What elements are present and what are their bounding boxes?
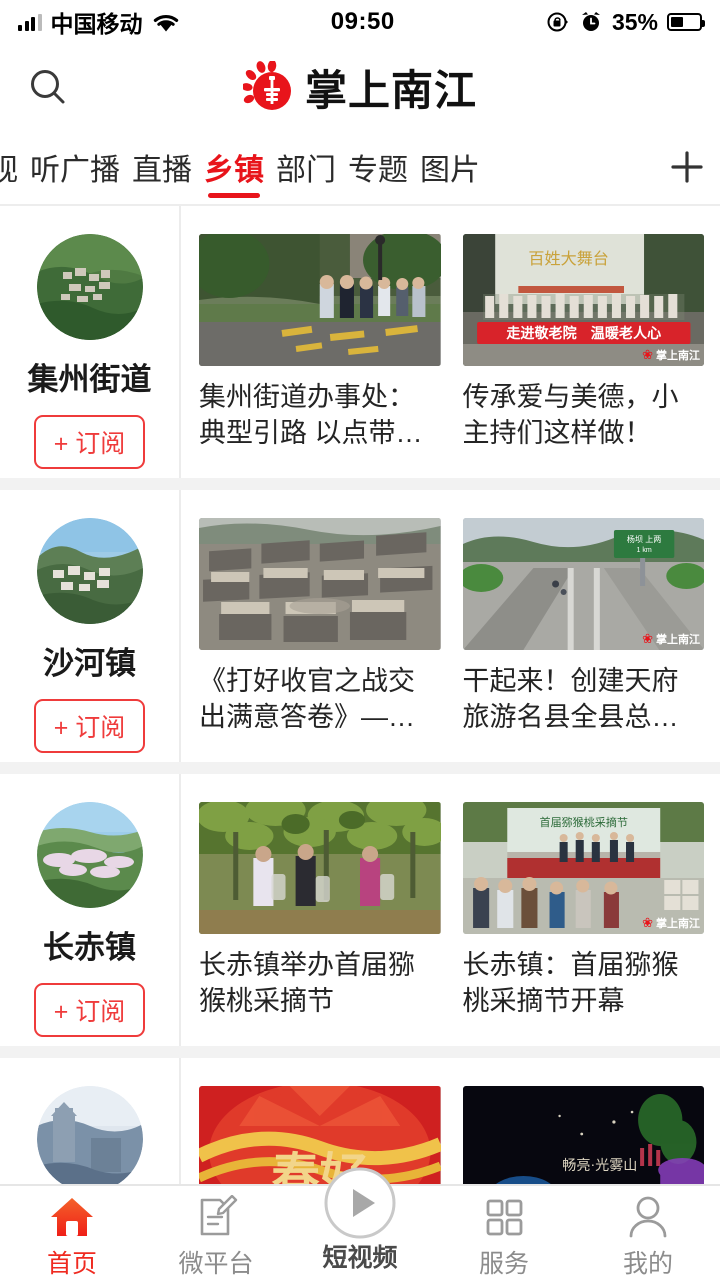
- watermark: ❀ 掌上南江: [642, 347, 700, 363]
- article-thumbnail: [199, 518, 441, 650]
- channel-group: 长赤镇 + 订阅 长赤镇举办首届猕猴桃采摘节 首届猕猴桃采摘节 ❀ 掌上南江 长…: [0, 774, 720, 1046]
- tab-item-1[interactable]: 听广播: [24, 130, 126, 204]
- grid-apps-icon: [483, 1194, 525, 1240]
- rotation-lock-icon: [547, 12, 568, 32]
- svg-text:1 km: 1 km: [636, 547, 651, 554]
- battery-icon: [667, 13, 705, 31]
- watermark: ❀ 掌上南江: [642, 915, 700, 931]
- nav-label: 服务: [478, 1250, 529, 1278]
- app-logo-icon: [242, 61, 291, 110]
- article-thumbnail: 杨坝 上两 1 km ❀ 掌上南江: [462, 518, 704, 650]
- article-list: 集州街道办事处：典型引路 以点带面 全力… 百姓大舞台: [181, 206, 720, 478]
- article-card[interactable]: 首届猕猴桃采摘节 ❀ 掌上南江 长赤镇：首届猕猴桃采摘节开幕: [462, 802, 704, 1046]
- carrier-label: 中国移动: [50, 11, 143, 37]
- svg-text:走进敬老院 温暖老人心: 走进敬老院 温暖老人心: [506, 325, 661, 341]
- watermark-text: 掌上南江: [656, 918, 700, 930]
- article-thumbnail: [199, 234, 441, 366]
- channel-avatar: [36, 518, 143, 624]
- article-title: 《打好收官之战交出满意答卷》—沙河镇: [199, 666, 415, 732]
- nav-item-weiplatform[interactable]: 微平台: [144, 1194, 288, 1280]
- article-card[interactable]: 长赤镇举办首届猕猴桃采摘节: [199, 802, 441, 1046]
- status-bar-right: 35%: [546, 8, 705, 36]
- svg-text:首届猕猴桃采摘节: 首届猕猴桃采摘节: [539, 815, 627, 829]
- play-circle-icon: [322, 1167, 398, 1239]
- watermark-mark: ❀: [642, 631, 653, 646]
- channel-name: 沙河镇: [43, 646, 136, 681]
- watermark-mark: ❀: [642, 915, 653, 930]
- nav-label: 短视频: [322, 1244, 398, 1272]
- channel-group: 集州街道 + 订阅 集州街道办事处：典型引路 以点带面 百姓大舞台 走进敬老院 …: [0, 206, 720, 478]
- channel-info[interactable]: 集州街道 + 订阅: [0, 206, 181, 478]
- category-tabs[interactable]: 视 听广播 直播 乡镇 部门 专题 图片: [0, 130, 720, 204]
- search-icon[interactable]: [26, 65, 70, 109]
- watermark: ❀ 掌上南江: [642, 631, 700, 647]
- channel-info[interactable]: 长赤镇 + 订阅: [0, 774, 181, 1046]
- nav-label: 首页: [46, 1250, 97, 1278]
- tab-item-2[interactable]: 直播: [126, 130, 198, 204]
- signal-bars-icon: [18, 13, 42, 31]
- nav-item-home[interactable]: 首页: [0, 1194, 144, 1280]
- tab-item-0[interactable]: 视: [0, 130, 24, 204]
- nav-item-shortvideo[interactable]: 短视频: [288, 1167, 432, 1274]
- add-tab-button[interactable]: [654, 130, 720, 204]
- alarm-clock-icon: [581, 12, 600, 31]
- svg-text:杨坝 上两: 杨坝 上两: [626, 534, 660, 544]
- app-logo: 掌上南江: [0, 44, 720, 130]
- watermark-text: 掌上南江: [656, 350, 700, 362]
- app-header: 掌上南江: [0, 44, 720, 130]
- article-list: 长赤镇举办首届猕猴桃采摘节 首届猕猴桃采摘节 ❀ 掌上南江 长赤镇：首届猕猴桃采…: [181, 774, 720, 1046]
- subscribe-button[interactable]: + 订阅: [33, 699, 146, 753]
- article-card[interactable]: 集州街道办事处：典型引路 以点带面 全力…: [199, 234, 441, 478]
- plus-icon: [671, 151, 703, 183]
- subscribe-button[interactable]: + 订阅: [33, 415, 146, 469]
- channel-group: 沙河镇 + 订阅 《打好收官之战交出满意答卷》—沙 杨坝 上两 1 km ❀ 掌…: [0, 490, 720, 762]
- status-time: 09:50: [330, 8, 395, 35]
- nav-item-mine[interactable]: 我的: [576, 1194, 720, 1280]
- status-bar: 中国移动 09:50 35%: [0, 0, 720, 44]
- tab-item-6[interactable]: 图片: [414, 130, 486, 204]
- app-screen: 中国移动 09:50 35% 掌上南江 视 听广播 直播 乡镇 部门 专题 图片…: [0, 0, 720, 1280]
- article-card[interactable]: 《打好收官之战交出满意答卷》—沙河镇: [199, 518, 441, 762]
- subscribe-button[interactable]: + 订阅: [33, 983, 146, 1037]
- article-thumbnail: [199, 802, 441, 934]
- article-thumbnail: 百姓大舞台 走进敬老院 温暖老人心 ❀ 掌上南江: [462, 234, 704, 366]
- article-card[interactable]: 杨坝 上两 1 km ❀ 掌上南江 干起来！创建天府旅游名县全县总动: [462, 518, 704, 762]
- channel-info[interactable]: 沙河镇 + 订阅: [0, 490, 181, 762]
- edit-document-icon: [194, 1194, 238, 1240]
- article-title: 长赤镇举办首届猕猴桃采摘节: [199, 950, 415, 1016]
- app-title: 掌上南江: [304, 65, 477, 115]
- svg-text:畅亮·光雾山: 畅亮·光雾山: [562, 1157, 637, 1174]
- article-title: 集州街道办事处：典型引路 以点带面 全力…: [199, 382, 423, 448]
- tab-item-4[interactable]: 部门: [270, 130, 342, 204]
- nav-label: 微平台: [178, 1250, 254, 1278]
- svg-text:百姓大舞台: 百姓大舞台: [528, 250, 608, 268]
- bottom-navigation[interactable]: 首页 微平台 短视频 服务 我的: [0, 1167, 720, 1280]
- tab-item-5[interactable]: 专题: [342, 130, 414, 204]
- article-title: 传承爱与美德，小主持们这样做！: [462, 382, 679, 448]
- channel-name: 集州街道: [27, 362, 152, 397]
- home-icon: [48, 1194, 96, 1240]
- channel-avatar: [36, 802, 143, 908]
- status-bar-left: 中国移动: [18, 5, 180, 39]
- article-title: 干起来！创建天府旅游名县全县总动员: [462, 666, 679, 732]
- person-icon: [627, 1194, 669, 1240]
- tab-item-xiangzhen[interactable]: 乡镇: [198, 130, 270, 204]
- article-thumbnail: 首届猕猴桃采摘节 ❀ 掌上南江: [462, 802, 704, 934]
- nav-label: 我的: [622, 1250, 673, 1278]
- wifi-icon: [153, 14, 178, 31]
- article-title: 长赤镇：首届猕猴桃采摘节开幕: [462, 950, 679, 1016]
- article-list: 《打好收官之战交出满意答卷》—沙河镇: [181, 490, 720, 762]
- channel-avatar: [36, 1086, 143, 1192]
- watermark-text: 掌上南江: [656, 634, 700, 646]
- channel-name: 长赤镇: [43, 930, 136, 965]
- nav-item-services[interactable]: 服务: [432, 1194, 576, 1280]
- article-card[interactable]: 百姓大舞台 走进敬老院 温暖老人心 ❀ 掌上南江 传承爱与美德，小主持们这样做！: [462, 234, 704, 478]
- watermark-mark: ❀: [642, 347, 653, 362]
- channel-feed: 集州街道 + 订阅 集州街道办事处：典型引路 以点带面 百姓大舞台 走进敬老院 …: [0, 206, 720, 1218]
- channel-avatar: [36, 234, 143, 340]
- battery-percent: 35%: [611, 8, 658, 35]
